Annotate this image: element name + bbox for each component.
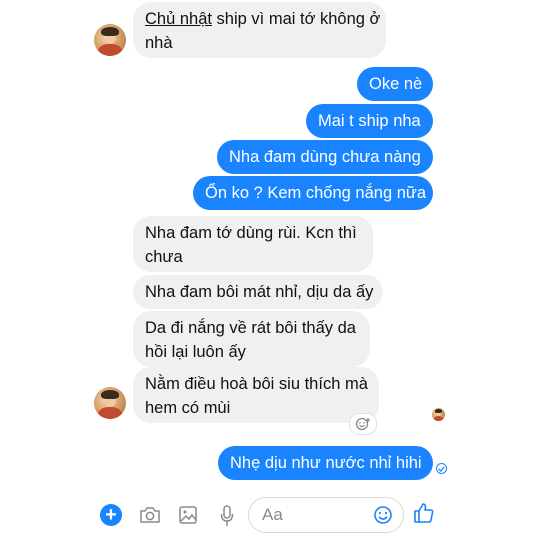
message-text: Mai t ship nha	[318, 112, 421, 130]
message-bubble-outgoing[interactable]: Ổn ko ? Kem chống nắng nữa	[193, 176, 433, 210]
message-text: nhà	[145, 34, 173, 52]
message-text: Nằm điều hoà bôi siu thích mà	[145, 375, 368, 393]
contact-avatar[interactable]	[94, 24, 126, 56]
message-bubble-incoming[interactable]: Chủ nhật ship vì mai tớ không ở nhà	[133, 2, 386, 58]
message-text: Nhẹ dịu như nước nhỉ hihi	[230, 454, 422, 472]
message-text: hem có mùi	[145, 399, 231, 417]
underlined-word[interactable]: Chủ nhật	[145, 10, 212, 28]
delivered-check-icon	[436, 463, 447, 474]
message-text: Nha đam dùng chưa nàng	[229, 148, 421, 166]
microphone-icon[interactable]	[215, 503, 239, 529]
message-text: Nha đam tớ dùng rùi. Kcn thì	[145, 224, 357, 242]
message-input-placeholder: Aa	[262, 505, 283, 524]
message-text: Nha đam bôi mát nhỉ, dịu da ấy	[145, 283, 374, 301]
message-text: hồi lại luôn ấy	[145, 343, 246, 361]
read-receipt-avatar	[432, 408, 445, 421]
message-bubble-outgoing[interactable]: Oke nè	[357, 67, 433, 101]
message-bubble-outgoing[interactable]: Nha đam dùng chưa nàng	[217, 140, 433, 174]
message-text: Ổn ko ? Kem chống nắng nữa	[205, 184, 427, 202]
message-bubble-incoming[interactable]: Nằm điều hoà bôi siu thích mà hem có mùi	[133, 367, 379, 423]
message-text: Da đi nắng về rát bôi thấy da	[145, 319, 356, 337]
message-bubble-outgoing[interactable]: Mai t ship nha	[306, 104, 433, 138]
message-text: Oke nè	[369, 75, 423, 93]
chat-thread: Chủ nhật ship vì mai tớ không ở nhà Oke …	[0, 0, 537, 537]
message-bubble-incoming[interactable]: Nha đam tớ dùng rùi. Kcn thì chưa	[133, 216, 373, 272]
message-text: ship vì mai tớ không ở	[211, 10, 381, 28]
message-text: chưa	[145, 248, 183, 266]
emoji-icon[interactable]	[372, 504, 394, 526]
message-bubble-incoming[interactable]: Nha đam bôi mát nhỉ, dịu da ấy	[133, 275, 383, 309]
message-bubble-outgoing[interactable]: Nhẹ dịu như nước nhỉ hihi	[218, 446, 433, 480]
add-reaction-button[interactable]	[349, 413, 377, 435]
image-icon[interactable]	[176, 503, 200, 527]
contact-avatar[interactable]	[94, 387, 126, 419]
thumbs-up-icon[interactable]	[412, 500, 436, 526]
message-bubble-incoming[interactable]: Da đi nắng về rát bôi thấy da hồi lại lu…	[133, 311, 370, 367]
plus-icon[interactable]: +	[100, 504, 122, 526]
camera-icon[interactable]	[138, 503, 162, 527]
add-reaction-icon	[355, 417, 370, 431]
